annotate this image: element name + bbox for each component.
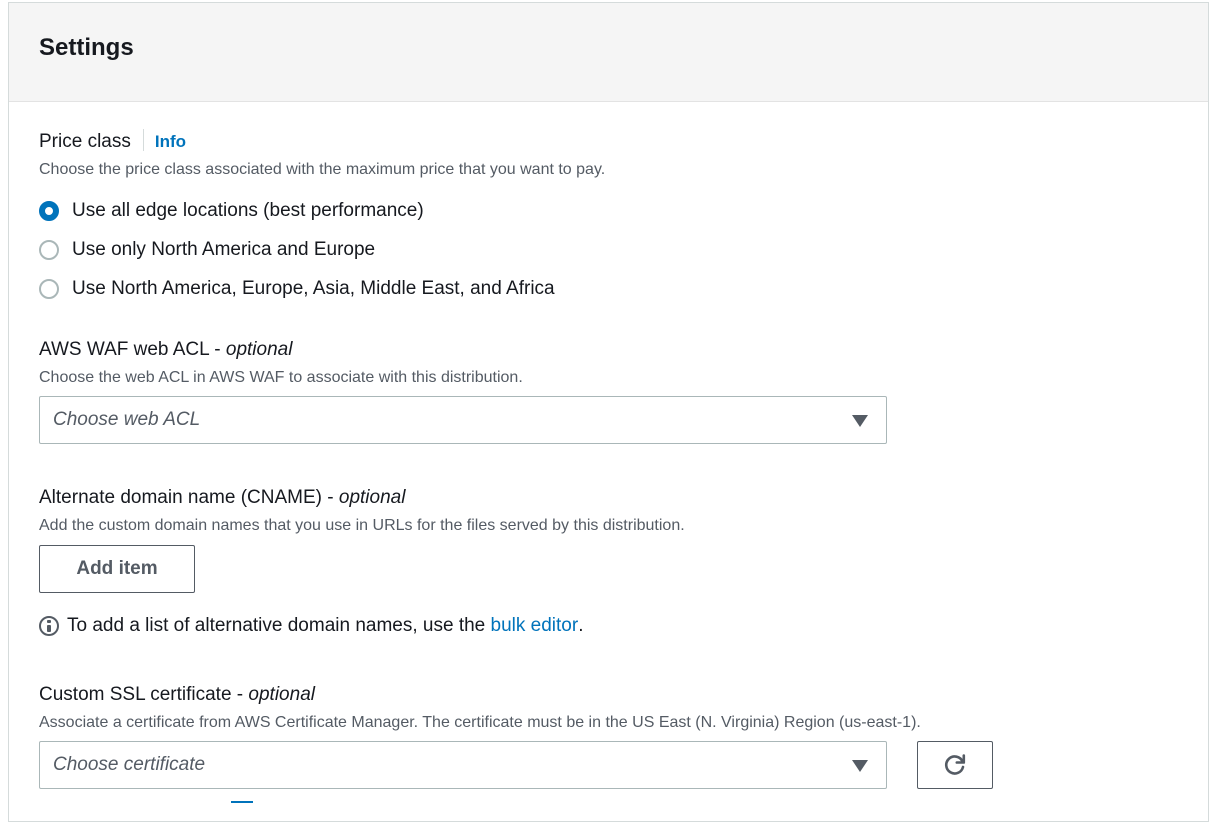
add-item-button[interactable]: Add item: [39, 545, 195, 593]
price-class-description: Choose the price class associated with t…: [39, 161, 606, 178]
cname-description: Add the custom domain names that you use…: [39, 517, 685, 534]
panel-header: Settings: [9, 3, 1208, 102]
bulk-editor-link[interactable]: bulk editor: [491, 615, 579, 637]
web-acl-placeholder: Choose web ACL: [53, 409, 201, 430]
bulk-editor-hint: To add a list of alternative domain name…: [39, 615, 583, 637]
waf-description: Choose the web ACL in AWS WAF to associa…: [39, 369, 523, 386]
radio-button-selected[interactable]: [39, 200, 59, 221]
refresh-button[interactable]: [917, 741, 993, 789]
caret-down-icon: [852, 760, 868, 772]
radio-label: Use all edge locations (best performance…: [72, 199, 424, 221]
info-divider: [142, 129, 144, 151]
ssl-label: Custom SSL certificate -: [39, 684, 249, 705]
optional-tag: optional: [225, 339, 293, 360]
ssl-label-row: Custom SSL certificate - optional: [39, 684, 993, 706]
ssl-select-row: Choose certificate: [39, 732, 993, 789]
caret-down-icon: [852, 415, 868, 427]
panel-title: Settings: [39, 34, 134, 61]
web-acl-select[interactable]: Choose web ACL: [39, 396, 887, 444]
cut-off-link-fragment: [231, 801, 253, 805]
optional-tag: optional: [338, 487, 406, 508]
hint-row: To add a list of alternative domain name…: [39, 615, 583, 637]
price-class-label: Price class: [39, 131, 131, 152]
price-class-label-row: Price class Info: [39, 129, 605, 153]
waf-field: AWS WAF web ACL - optional Choose the we…: [39, 339, 887, 444]
cname-label-row: Alternate domain name (CNAME) - optional: [39, 487, 685, 509]
price-class-option-all[interactable]: Use all edge locations (best performance…: [39, 191, 605, 230]
price-class-field: Price class Info Choose the price class a…: [39, 129, 605, 308]
cname-label: Alternate domain name (CNAME) -: [39, 487, 339, 508]
refresh-icon: [944, 754, 966, 775]
price-class-radio-group: Use all edge locations (best performance…: [39, 191, 605, 308]
hint-text: To add a list of alternative domain name…: [67, 615, 491, 636]
radio-button[interactable]: [39, 278, 59, 299]
optional-tag: optional: [248, 684, 315, 705]
waf-label-row: AWS WAF web ACL - optional: [39, 339, 887, 361]
info-circle-icon: [39, 616, 59, 636]
radio-label: Use North America, Europe, Asia, Middle …: [72, 277, 555, 299]
price-class-option-na-eu-asia-me-af[interactable]: Use North America, Europe, Asia, Middle …: [39, 269, 605, 308]
radio-button[interactable]: [39, 239, 59, 260]
waf-label: AWS WAF web ACL -: [39, 339, 226, 360]
price-class-option-na-eu[interactable]: Use only North America and Europe: [39, 230, 605, 269]
hint-suffix: .: [578, 615, 584, 636]
price-class-info-link[interactable]: Info: [155, 132, 186, 151]
ssl-field: Custom SSL certificate - optional Associ…: [39, 684, 993, 789]
settings-panel: Settings Price class Info Choose the pric…: [8, 2, 1209, 822]
cname-field: Alternate domain name (CNAME) - optional…: [39, 487, 685, 593]
certificate-select[interactable]: Choose certificate: [39, 741, 887, 789]
ssl-description: Associate a certificate from AWS Certifi…: [39, 714, 921, 731]
certificate-placeholder: Choose certificate: [53, 754, 206, 775]
radio-label: Use only North America and Europe: [72, 238, 376, 260]
